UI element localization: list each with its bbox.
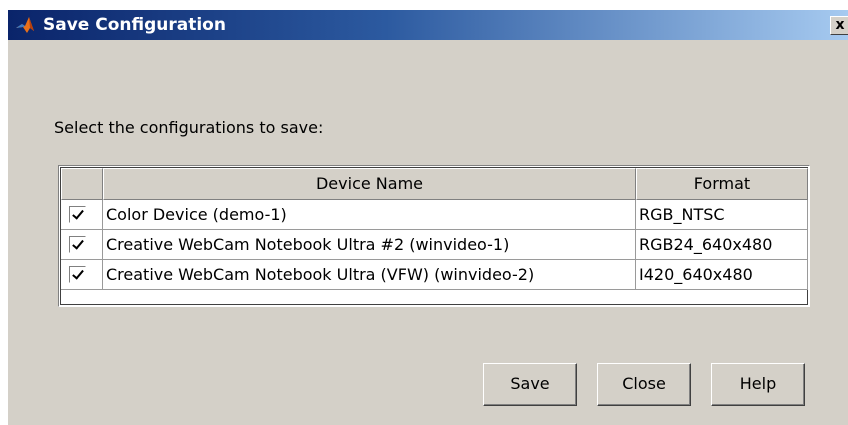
window-title: Save Configuration xyxy=(43,15,226,35)
close-window-button[interactable]: x xyxy=(830,16,848,35)
format-cell[interactable]: RGB24_640x480 xyxy=(636,230,808,260)
instruction-text: Select the configurations to save: xyxy=(54,118,324,137)
help-button[interactable]: Help xyxy=(711,363,805,406)
device-name-cell[interactable]: Creative WebCam Notebook Ultra #2 (winvi… xyxy=(103,230,636,260)
header-format[interactable]: Format xyxy=(636,168,808,200)
title-bar[interactable]: Save Configuration x xyxy=(8,10,848,40)
row-checkbox-cell xyxy=(61,200,103,230)
row-checkbox-cell xyxy=(61,260,103,290)
row-checkbox-cell xyxy=(61,230,103,260)
row-checkbox[interactable] xyxy=(69,236,86,253)
configuration-table: Device Name Format Color Device (demo-1)… xyxy=(58,165,810,307)
save-configuration-dialog: Save Configuration x Select the configur… xyxy=(7,9,848,425)
close-button[interactable]: Close xyxy=(597,363,691,406)
format-cell[interactable]: RGB_NTSC xyxy=(636,200,808,230)
close-icon: x xyxy=(835,17,845,33)
device-name-cell[interactable]: Color Device (demo-1) xyxy=(103,200,636,230)
header-device-name[interactable]: Device Name xyxy=(103,168,636,200)
matlab-logo-icon xyxy=(16,17,34,33)
device-name-cell[interactable]: Creative WebCam Notebook Ultra (VFW) (wi… xyxy=(103,260,636,290)
format-cell[interactable]: I420_640x480 xyxy=(636,260,808,290)
row-checkbox[interactable] xyxy=(69,206,86,223)
header-checkbox-column[interactable] xyxy=(61,168,103,200)
save-button[interactable]: Save xyxy=(483,363,577,406)
row-checkbox[interactable] xyxy=(69,266,86,283)
